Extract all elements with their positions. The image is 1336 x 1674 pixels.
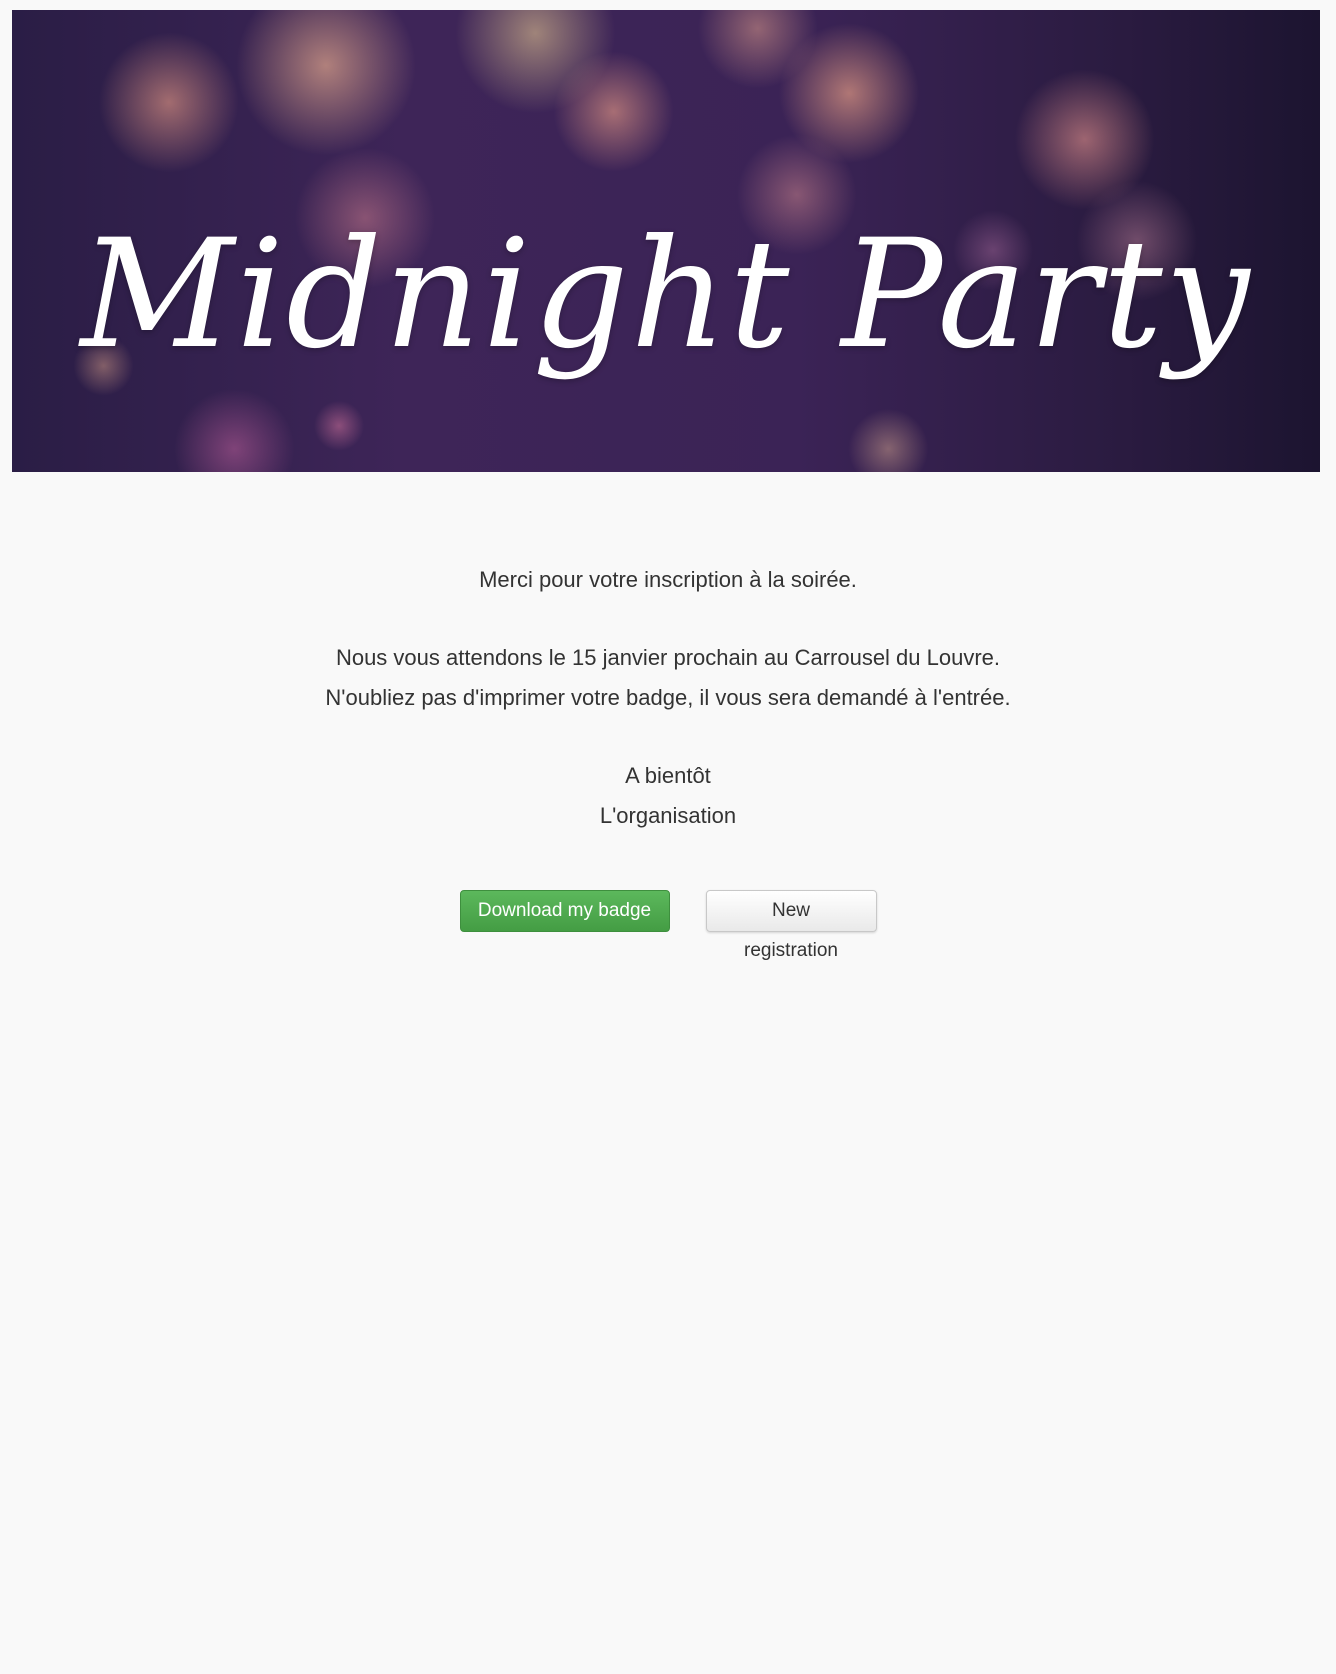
action-buttons: Download my badge New registration	[0, 890, 1336, 961]
badge-reminder-text: N'oubliez pas d'imprimer votre badge, il…	[325, 685, 1011, 710]
event-date-text: Nous vous attendons le 15 janvier procha…	[335, 645, 1001, 670]
event-banner-image: Midnight Party	[12, 10, 1320, 472]
download-badge-button[interactable]: Download my badge	[459, 890, 670, 932]
signature-text: L'organisation	[599, 803, 737, 828]
thanks-text: Merci pour votre inscription à la soirée…	[479, 567, 857, 592]
new-registration-button[interactable]: New registration	[705, 890, 877, 961]
closing-text: A bientôt	[625, 763, 711, 788]
confirmation-message: Merci pour votre inscription à la soirée…	[0, 560, 1336, 836]
banner-title: Midnight Party	[80, 208, 1252, 382]
confirmation-page: Midnight Party Merci pour votre inscript…	[0, 0, 1336, 1674]
